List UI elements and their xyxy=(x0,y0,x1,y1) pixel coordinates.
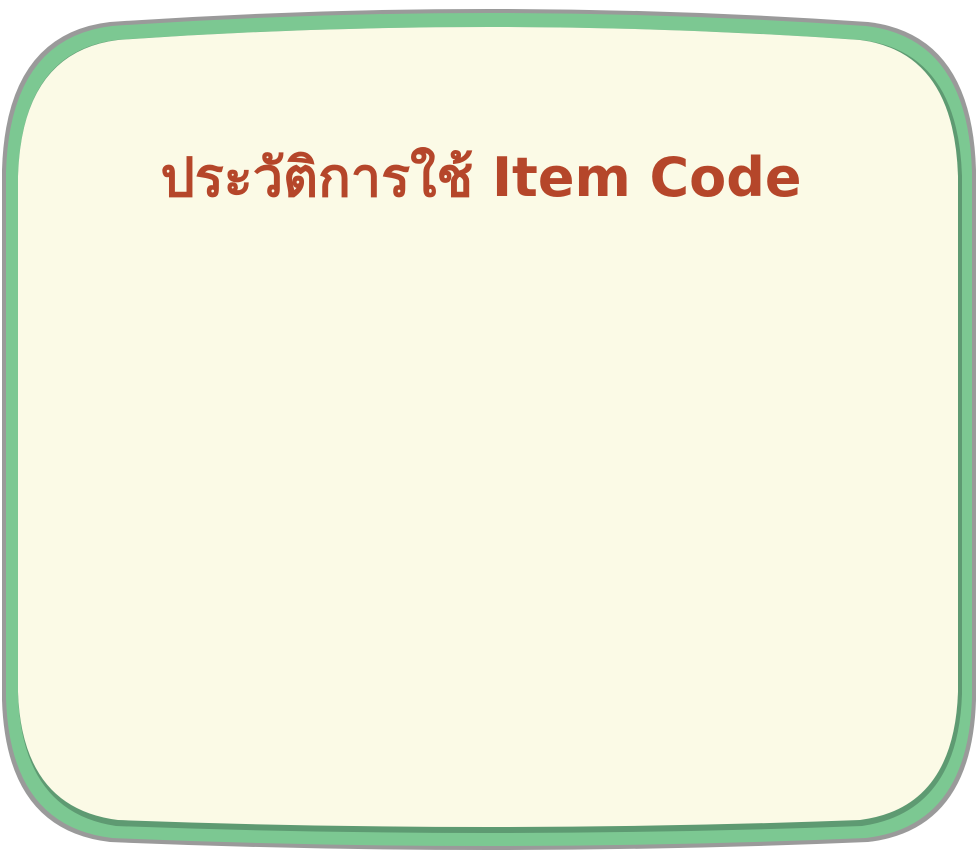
history-card-panel: ประวัติการใช้ Item Code xyxy=(0,0,978,852)
card-title: ประวัติการใช้ Item Code xyxy=(160,146,802,209)
card-frame xyxy=(2,9,976,850)
